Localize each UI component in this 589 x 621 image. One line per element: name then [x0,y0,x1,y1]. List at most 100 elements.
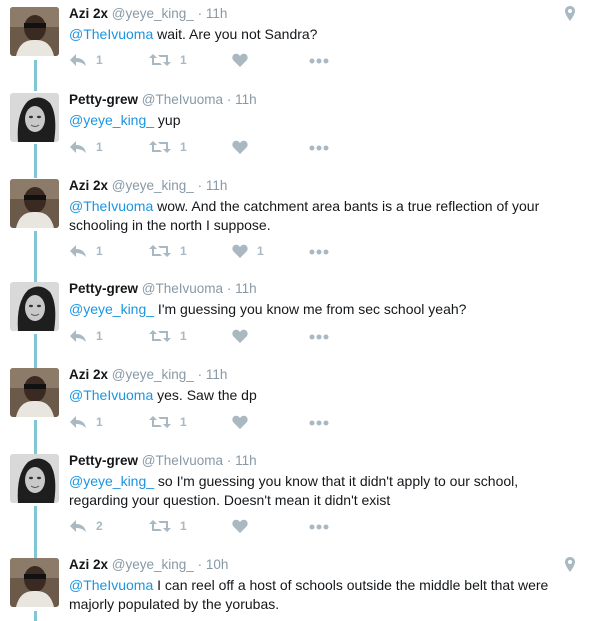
reply-button[interactable]: 1 [69,415,103,429]
author-name[interactable]: Azi 2x [69,557,108,572]
separator: · [197,6,203,21]
retweet-button[interactable]: 1 [149,53,187,67]
timestamp[interactable]: 11h [235,453,257,468]
tweet-body: wait. Are you not Sandra? [153,26,318,42]
tweet[interactable]: Azi 2x @yeye_king_ · 10h @TheIvuoma I ca… [0,548,589,621]
author-handle[interactable]: @yeye_king_ [112,367,194,382]
tweet[interactable]: Azi 2x @yeye_king_ · 11h @TheIvuoma yes.… [0,364,589,452]
avatar[interactable] [10,93,59,142]
location-icon[interactable] [565,6,575,26]
author-handle[interactable]: @TheIvuoma [142,281,223,296]
tweet[interactable]: Azi 2x @yeye_king_ · 11h @TheIvuoma wow.… [0,172,589,280]
heart-icon [232,519,248,533]
tweet[interactable]: Petty-grew @TheIvuoma · 11h @yeye_king_ … [0,278,589,366]
tweet-text: @yeye_king_ I'm guessing you know me fro… [69,300,569,319]
thread-line [34,506,37,550]
reply-count: 1 [96,415,103,429]
retweet-count: 1 [180,415,187,429]
tweet-body: yup [154,112,181,128]
mention-link[interactable]: @TheIvuoma [69,577,153,593]
author-name[interactable]: Petty-grew [69,453,138,468]
timestamp[interactable]: 11h [235,281,257,296]
heart-icon [232,329,248,343]
reply-button[interactable]: 2 [69,519,103,533]
tweet[interactable]: Petty-grew @TheIvuoma · 11h @yeye_king_ … [0,86,589,174]
heart-icon [232,53,248,67]
thread-line [34,86,37,91]
tweet[interactable]: Petty-grew @TheIvuoma · 11h @yeye_king_ … [0,450,589,550]
reply-button[interactable]: 1 [69,140,103,154]
avatar[interactable] [10,179,59,228]
more-button[interactable] [309,145,329,151]
retweet-button[interactable]: 1 [149,519,187,533]
tweet-text: @TheIvuoma yes. Saw the dp [69,386,569,405]
author-handle[interactable]: @TheIvuoma [142,453,223,468]
more-icon [309,420,329,426]
timestamp[interactable]: 11h [206,178,228,193]
more-icon [309,249,329,255]
retweet-button[interactable]: 1 [149,244,187,258]
more-icon [309,334,329,340]
author-name[interactable]: Azi 2x [69,367,108,382]
more-button[interactable] [309,420,329,426]
author-name[interactable]: Petty-grew [69,92,138,107]
more-button[interactable] [309,524,329,530]
mention-link[interactable]: @yeye_king_ [69,112,154,128]
avatar[interactable] [10,558,59,607]
avatar[interactable] [10,454,59,503]
mention-link[interactable]: @TheIvuoma [69,26,153,42]
tweet-text: @TheIvuoma wait. Are you not Sandra? [69,25,569,44]
separator: · [197,178,203,193]
like-button[interactable] [232,140,257,154]
separator: · [226,453,232,468]
mention-link[interactable]: @yeye_king_ [69,473,154,489]
avatar[interactable] [10,282,59,331]
more-button[interactable] [309,58,329,64]
mention-link[interactable]: @TheIvuoma [69,198,153,214]
retweet-button[interactable]: 1 [149,415,187,429]
like-button[interactable] [232,519,257,533]
like-button[interactable] [232,329,257,343]
like-button[interactable] [232,53,257,67]
heart-icon [232,140,248,154]
author-handle[interactable]: @yeye_king_ [112,6,194,21]
more-icon [309,58,329,64]
timestamp[interactable]: 11h [206,367,228,382]
timestamp[interactable]: 11h [235,92,257,107]
author-name[interactable]: Petty-grew [69,281,138,296]
timestamp[interactable]: 10h [206,557,229,572]
retweet-button[interactable]: 1 [149,329,187,343]
thread-line [34,60,37,88]
more-button[interactable] [309,249,329,255]
mention-link[interactable]: @yeye_king_ [69,301,154,317]
reply-count: 1 [96,244,103,258]
reply-button[interactable]: 1 [69,244,103,258]
avatar[interactable] [10,7,59,56]
retweet-icon [149,329,171,343]
tweet-text: @TheIvuoma I can reel off a host of scho… [69,576,569,614]
timestamp[interactable]: 11h [206,6,228,21]
reply-icon [69,140,87,154]
author-name[interactable]: Azi 2x [69,178,108,193]
mention-link[interactable]: @TheIvuoma [69,387,153,403]
author-handle[interactable]: @yeye_king_ [112,557,194,572]
reply-icon [69,519,87,533]
location-icon[interactable] [565,557,575,577]
retweet-count: 1 [180,140,187,154]
tweet-text: @yeye_king_ yup [69,111,569,130]
tweet[interactable]: Azi 2x @yeye_king_ · 11h @TheIvuoma wait… [0,0,589,88]
like-button[interactable]: 1 [232,244,264,258]
tweet-body: yes. Saw the dp [153,387,257,403]
author-name[interactable]: Azi 2x [69,6,108,21]
tweet-text: @TheIvuoma wow. And the catchment area b… [69,197,569,235]
retweet-button[interactable]: 1 [149,140,187,154]
thread-line [34,420,37,452]
like-button[interactable] [232,415,257,429]
more-button[interactable] [309,334,329,340]
reply-button[interactable]: 1 [69,329,103,343]
avatar[interactable] [10,368,59,417]
author-handle[interactable]: @yeye_king_ [112,178,194,193]
retweet-count: 1 [180,329,187,343]
reply-button[interactable]: 1 [69,53,103,67]
author-handle[interactable]: @TheIvuoma [142,92,223,107]
